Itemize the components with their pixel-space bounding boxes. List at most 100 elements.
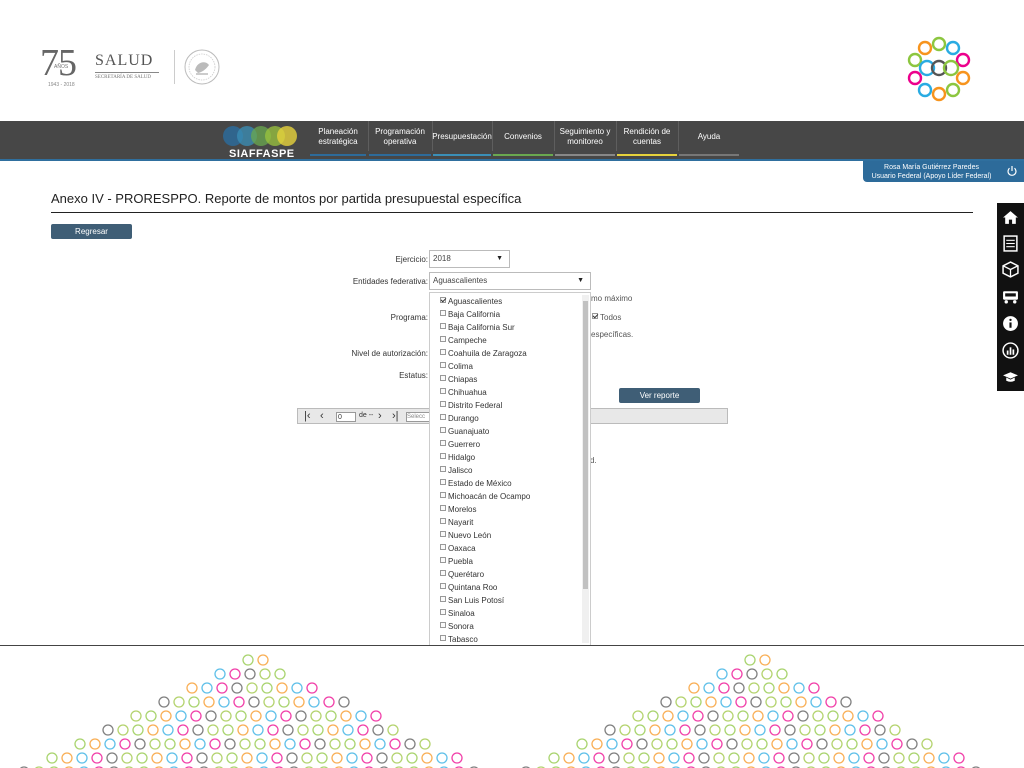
nav-ayuda[interactable]: Ayuda: [679, 121, 739, 156]
entidad-option-label: Morelos: [448, 505, 477, 514]
checkbox-icon[interactable]: [440, 583, 446, 589]
entidad-option[interactable]: Guerrero: [440, 439, 480, 451]
entidades-label: Entidades federativa:: [352, 277, 428, 286]
checkbox-icon[interactable]: [440, 388, 446, 394]
nav-planeacion-estrategica[interactable]: Planeación estratégica: [310, 121, 366, 156]
entidad-option-label: Puebla: [448, 557, 473, 566]
nav-programacion-operativa[interactable]: Programación operativa: [369, 121, 431, 156]
todos-checkbox[interactable]: Todos: [592, 312, 621, 324]
entidad-option[interactable]: Sinaloa: [440, 608, 475, 620]
graduation-cap-icon[interactable]: [1002, 369, 1019, 386]
entidad-option[interactable]: Nayarit: [440, 517, 473, 529]
entidad-option[interactable]: Querétaro: [440, 569, 484, 581]
salud-title: SALUD: [95, 52, 154, 69]
entidad-option[interactable]: Durango: [440, 413, 479, 425]
entidad-option-label: Coahuila de Zaragoza: [448, 349, 527, 358]
entidad-option[interactable]: Sonora: [440, 621, 474, 633]
dropdown-scrollbar[interactable]: [582, 295, 589, 643]
nav-underline: [310, 154, 366, 156]
nivel-autorizacion-label: Nivel de autorización:: [351, 349, 428, 358]
nav-presupuestacion[interactable]: Presupuestación: [432, 121, 492, 156]
entidad-option[interactable]: Aguascalientes: [440, 296, 502, 308]
entidad-option[interactable]: Hidalgo: [440, 452, 475, 464]
checkbox-icon[interactable]: [440, 557, 446, 563]
user-role: Usuario Federal (Apoyo Líder Federal): [871, 173, 992, 180]
back-button[interactable]: Regresar: [51, 224, 132, 239]
checkbox-icon[interactable]: [440, 297, 446, 303]
entidad-option[interactable]: Chihuahua: [440, 387, 487, 399]
entidad-option[interactable]: Chiapas: [440, 374, 477, 386]
nav-underline: [555, 154, 615, 156]
entidad-option[interactable]: Baja California: [440, 309, 500, 321]
nav-rendicion-cuentas[interactable]: Rendición de cuentas: [617, 121, 677, 156]
checkbox-icon[interactable]: [440, 362, 446, 368]
first-page-icon[interactable]: |‹: [304, 410, 311, 422]
checkbox-icon[interactable]: [440, 596, 446, 602]
checkbox-icon[interactable]: [440, 349, 446, 355]
box-icon[interactable]: [1002, 261, 1019, 278]
entidad-option[interactable]: Michoacán de Ocampo: [440, 491, 530, 503]
ejercicio-select[interactable]: 2018 ▼: [429, 250, 510, 268]
nav-label-line1: Planeación: [318, 127, 358, 136]
checkbox-icon[interactable]: [440, 453, 446, 459]
entidad-option[interactable]: Oaxaca: [440, 543, 476, 555]
nav-label-line1: Programación: [375, 127, 425, 136]
entidad-option-label: Chihuahua: [448, 388, 487, 397]
checkbox-icon[interactable]: [440, 544, 446, 550]
checkbox-icon[interactable]: [440, 518, 446, 524]
entidades-dropdown-list[interactable]: Aguascalientes Baja California Baja Califo…: [429, 292, 591, 646]
power-icon[interactable]: [1006, 165, 1018, 177]
scrollbar-thumb[interactable]: [583, 301, 588, 589]
truck-icon[interactable]: [1002, 288, 1019, 305]
prev-page-icon[interactable]: ‹: [320, 410, 324, 422]
nav-convenios[interactable]: Convenios: [493, 121, 553, 156]
checkbox-icon[interactable]: [440, 401, 446, 407]
checkbox-icon[interactable]: [440, 635, 446, 641]
chart-icon[interactable]: [1002, 342, 1019, 359]
programa-label: Programa:: [390, 313, 428, 322]
checkbox-icon[interactable]: [440, 310, 446, 316]
checkbox-icon[interactable]: [440, 570, 446, 576]
entidad-option[interactable]: Baja California Sur: [440, 322, 515, 334]
rings-logo: [907, 36, 971, 102]
next-page-icon[interactable]: ›: [378, 410, 382, 422]
checkbox-icon[interactable]: [440, 531, 446, 537]
last-page-icon[interactable]: ›|: [392, 410, 399, 422]
ver-reporte-button[interactable]: Ver reporte: [619, 388, 700, 403]
checkbox-icon[interactable]: [440, 375, 446, 381]
checkbox-icon[interactable]: [440, 323, 446, 329]
checkbox-icon[interactable]: [440, 440, 446, 446]
entidad-option[interactable]: Puebla: [440, 556, 473, 568]
nav-seguimiento-monitoreo[interactable]: Seguimiento y monitoreo: [555, 121, 615, 156]
checkbox-icon[interactable]: [440, 492, 446, 498]
home-icon[interactable]: [1002, 209, 1019, 226]
entidad-option[interactable]: Guanajuato: [440, 426, 489, 438]
entidad-option[interactable]: Jalisco: [440, 465, 472, 477]
siaffaspe-logo[interactable]: SIAFFASPE: [221, 124, 301, 160]
page-number-input[interactable]: 0: [336, 412, 356, 422]
checkbox-icon: [592, 313, 598, 319]
entidad-option[interactable]: Distrito Federal: [440, 400, 502, 412]
entidad-option[interactable]: Morelos: [440, 504, 476, 516]
entidad-option[interactable]: Estado de México: [440, 478, 512, 490]
entidad-option[interactable]: Nuevo León: [440, 530, 491, 542]
entidad-option-label: Sonora: [448, 622, 474, 631]
entidad-option[interactable]: San Luis Potosí: [440, 595, 504, 607]
checkbox-icon[interactable]: [440, 466, 446, 472]
list-icon[interactable]: [1002, 235, 1019, 252]
checkbox-icon[interactable]: [440, 427, 446, 433]
entidad-option[interactable]: Colima: [440, 361, 473, 373]
checkbox-icon[interactable]: [440, 622, 446, 628]
entidades-select[interactable]: Aguascalientes ▼: [429, 272, 591, 290]
checkbox-icon[interactable]: [440, 479, 446, 485]
nav-label-line1: Ayuda: [697, 132, 721, 141]
entidad-option-label: Tabasco: [448, 635, 478, 644]
info-icon[interactable]: [1002, 315, 1019, 332]
entidad-option[interactable]: Quintana Roo: [440, 582, 497, 594]
entidad-option[interactable]: Campeche: [440, 335, 487, 347]
checkbox-icon[interactable]: [440, 336, 446, 342]
checkbox-icon[interactable]: [440, 505, 446, 511]
checkbox-icon[interactable]: [440, 609, 446, 615]
entidad-option[interactable]: Coahuila de Zaragoza: [440, 348, 527, 360]
checkbox-icon[interactable]: [440, 414, 446, 420]
